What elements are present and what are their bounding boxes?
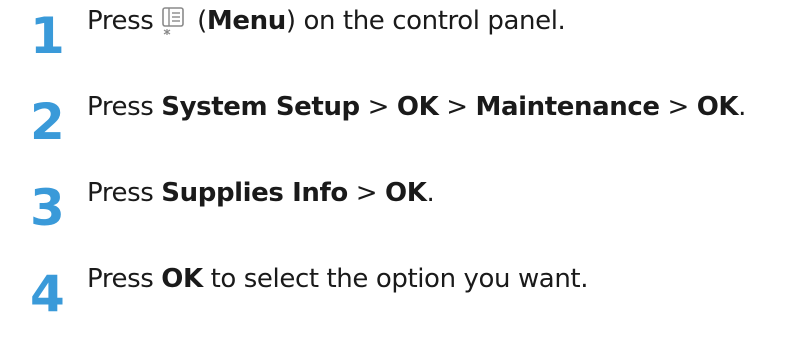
step-bold-term: OK — [385, 178, 427, 208]
step-bold-term: Supplies Info — [161, 178, 348, 208]
step-text: Press Supplies Info > OK. — [87, 174, 435, 212]
step-number: 3 — [30, 179, 65, 237]
menu-icon — [162, 7, 185, 35]
step-text: Press (Menu) on the control panel. — [87, 2, 566, 40]
step-bold-term: Maintenance — [475, 92, 660, 122]
step-text-run: ) on the control panel. — [285, 6, 566, 36]
step-text-run: . — [426, 178, 435, 208]
step-number: 2 — [30, 93, 65, 151]
step-4: 4 Press OK to select the option you want… — [0, 258, 799, 328]
step-separator: > — [359, 92, 397, 122]
step-1: 1 Press (Menu) on the control panel. — [0, 0, 799, 70]
step-bold-term: OK — [396, 92, 439, 122]
step-bold-term: System Setup — [161, 92, 360, 122]
step-text-run: to select the option you want. — [202, 264, 589, 294]
step-text: Press OK to select the option you want. — [87, 260, 588, 298]
step-text-run: Press — [87, 92, 162, 122]
step-separator: > — [347, 178, 386, 208]
step-text-run: Press — [87, 178, 162, 208]
step-bold-term: OK — [696, 92, 739, 122]
step-bold-term: Menu — [206, 6, 286, 36]
step-separator: > — [438, 92, 476, 122]
step-text-run: ( — [189, 6, 207, 36]
step-text: Press System Setup > OK > Maintenance > … — [87, 88, 746, 126]
step-number: 1 — [30, 7, 65, 65]
step-separator: > — [659, 92, 697, 122]
step-3: 3 Press Supplies Info > OK. — [0, 172, 799, 242]
step-text-run: Press — [87, 6, 162, 36]
step-bold-term: OK — [161, 264, 203, 294]
step-2: 2 Press System Setup > OK > Maintenance … — [0, 86, 799, 156]
step-text-run: . — [738, 92, 747, 122]
step-number: 4 — [30, 265, 65, 323]
step-text-run: Press — [87, 264, 162, 294]
instruction-steps: 1 Press (Menu) on the control panel. 2 P… — [0, 0, 799, 342]
